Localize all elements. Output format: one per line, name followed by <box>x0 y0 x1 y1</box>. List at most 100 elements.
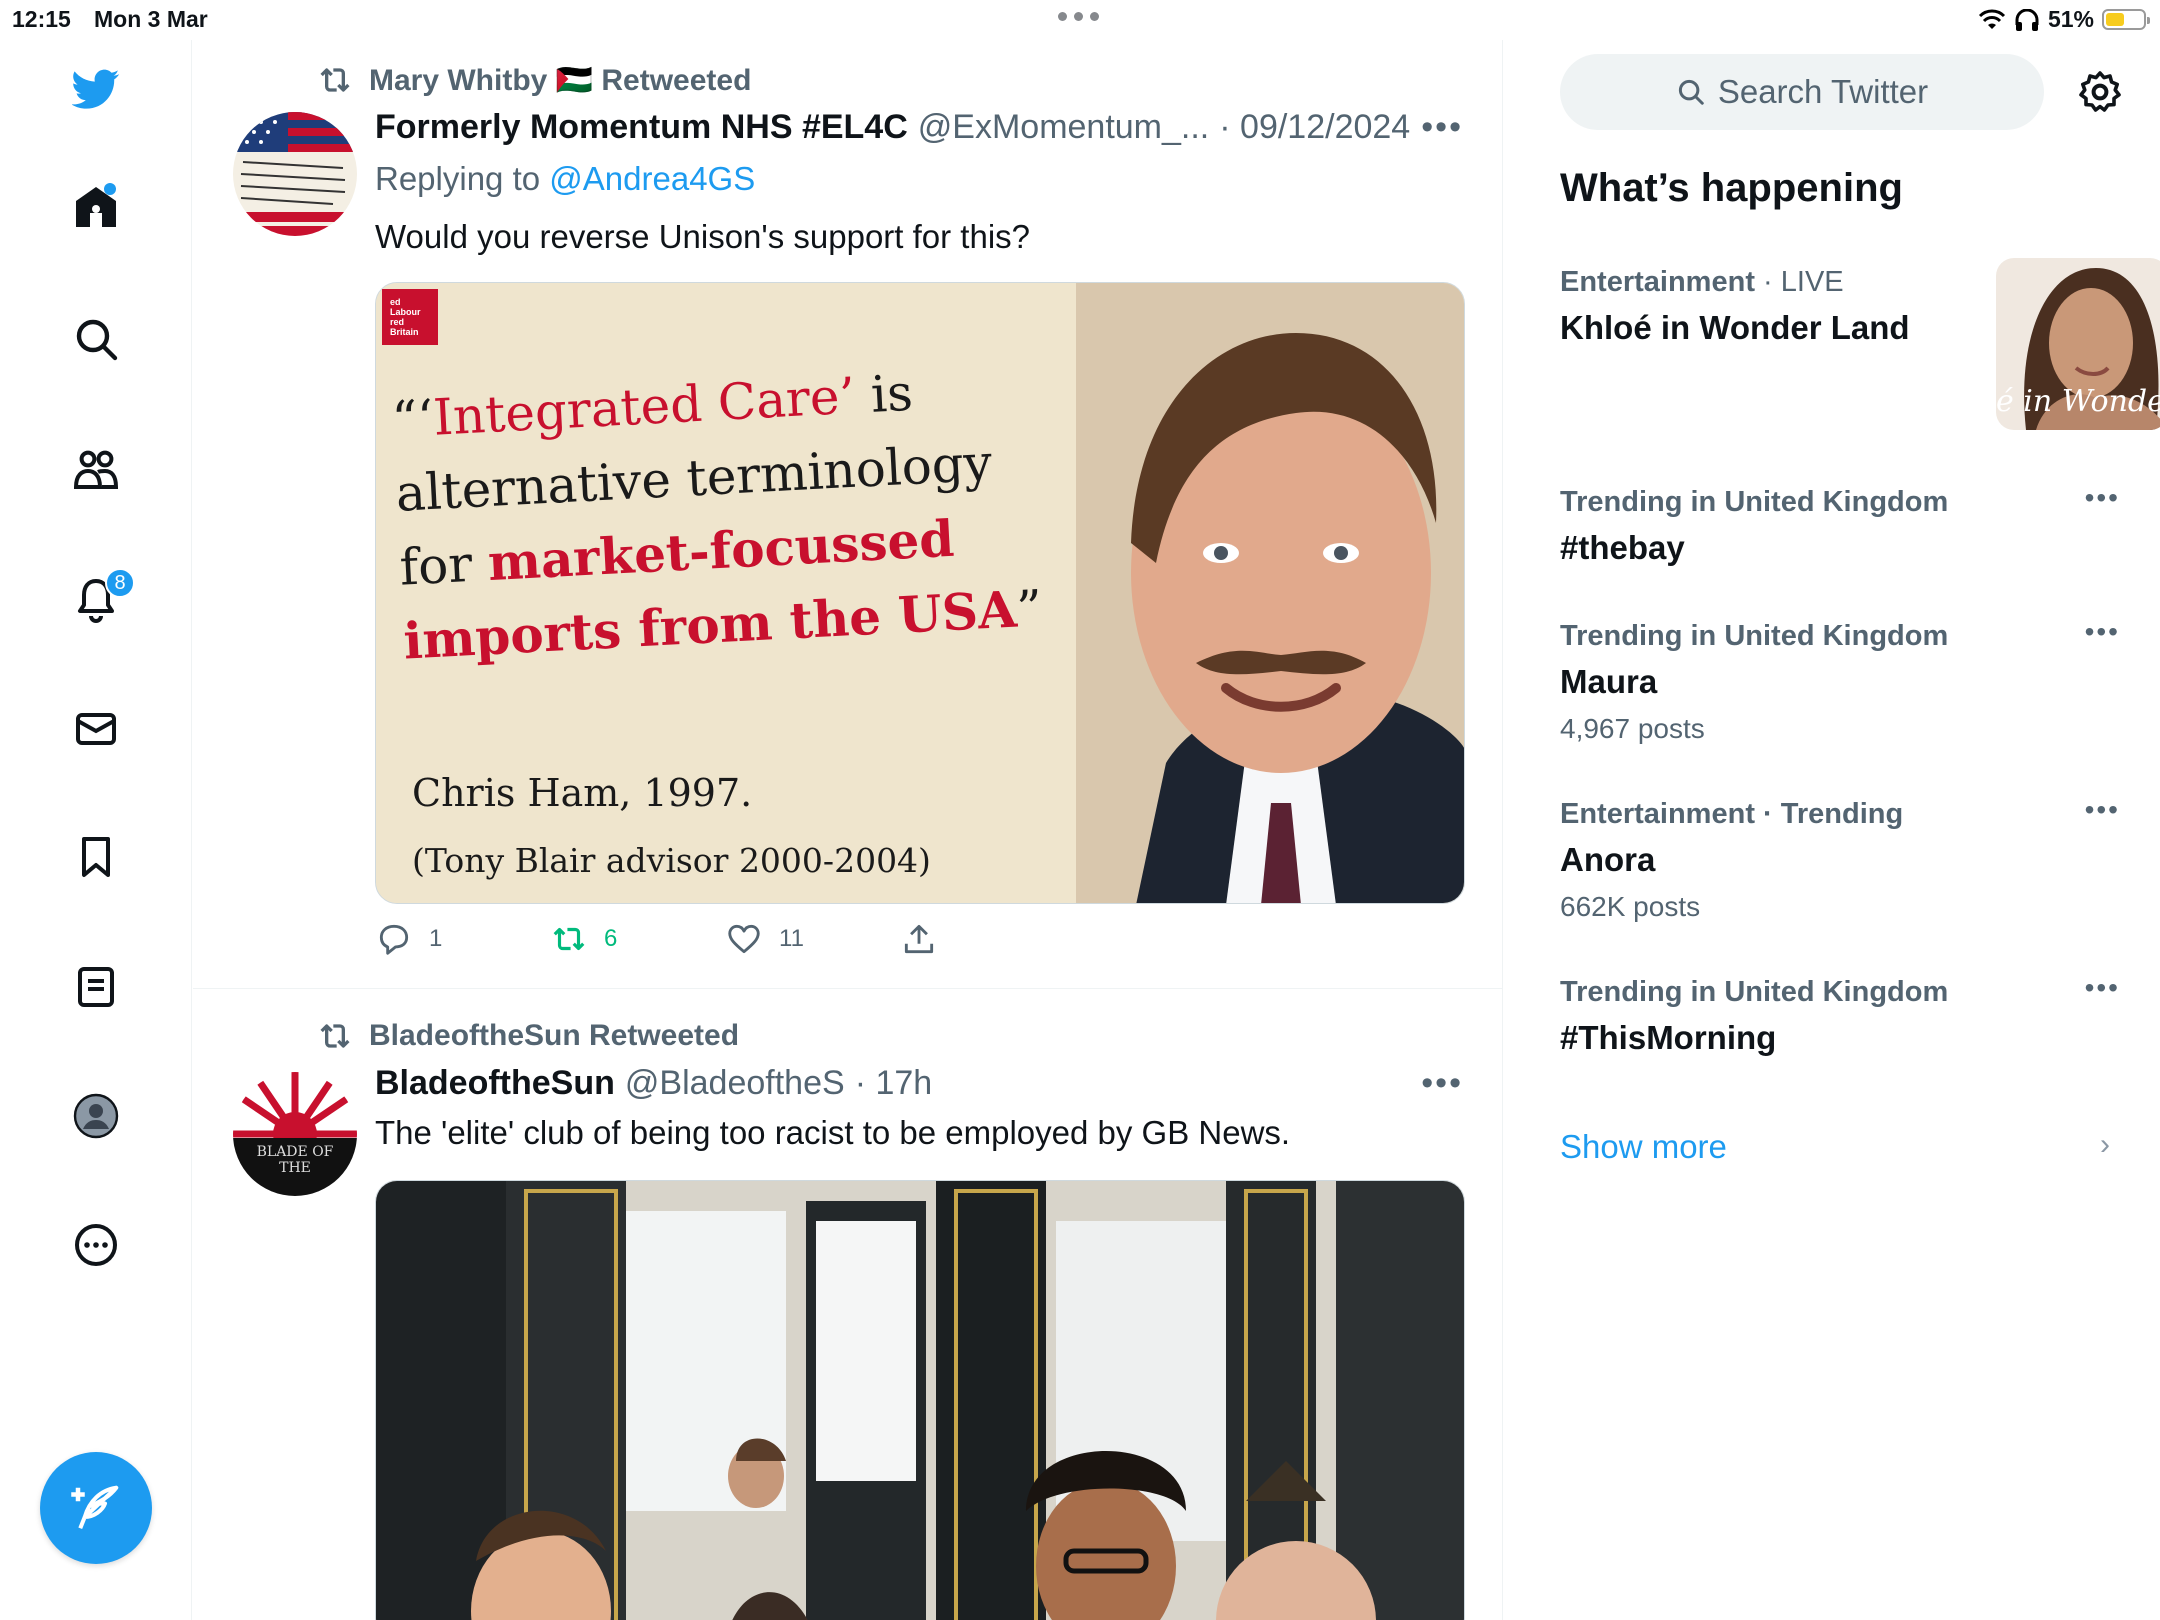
trend-category: Trending in United Kingdom <box>1560 486 1949 518</box>
right-sidebar: Search Twitter What’s happening Entertai… <box>1504 40 2160 1620</box>
wifi-icon <box>1978 9 2006 29</box>
trend-item[interactable]: Trending in United Kingdom Maura 4,967 p… <box>1560 616 2120 745</box>
quote-red-1: Integrated Care’ <box>431 366 857 447</box>
retweet-context: Mary Whitby 🇵🇸 Retweeted <box>315 60 751 100</box>
tweet-media[interactable] <box>375 1180 1465 1620</box>
show-more-link[interactable]: Show more <box>1560 1128 1727 1166</box>
trend-title: #thebay <box>1560 529 1685 566</box>
trend-item[interactable]: Entertainment · LIVE Khloé in Wonder Lan… <box>1560 258 2160 430</box>
home-new-dot <box>104 183 116 195</box>
whats-happening-heading: What’s happening <box>1560 166 1903 210</box>
reply-to-handle[interactable]: @Andrea4GS <box>549 160 755 197</box>
trend-item[interactable]: Entertainment · Trending Anora 662K post… <box>1560 794 2120 923</box>
handle[interactable]: @BladeoftheS <box>625 1064 845 1103</box>
timestamp[interactable]: · 17h <box>855 1064 933 1103</box>
multitasking-dots-icon[interactable] <box>1058 12 1099 21</box>
timeline[interactable]: Mary Whitby 🇵🇸 Retweeted Formerly Moment… <box>193 40 1503 1620</box>
share-icon <box>904 924 934 954</box>
media-logo-text: ed Labour red Britain <box>390 297 421 337</box>
tweet-divider <box>193 988 1502 989</box>
battery-icon <box>2102 9 2150 30</box>
replying-to: Replying to @Andrea4GS <box>375 160 755 198</box>
notifications-badge: 8 <box>105 568 135 598</box>
replying-to-label: Replying to <box>375 160 541 197</box>
twitter-logo-icon[interactable] <box>67 60 125 118</box>
trend-more-icon[interactable]: ••• <box>2085 794 2120 826</box>
trend-title: Anora <box>1560 841 1656 878</box>
retweeted-by[interactable]: Mary Whitby 🇵🇸 Retweeted <box>369 63 751 98</box>
compose-tweet-button[interactable] <box>40 1452 152 1564</box>
tweet-text: Would you reverse Unison's support for t… <box>375 218 1031 255</box>
trend-more-icon[interactable]: ••• <box>2085 616 2120 648</box>
trend-title: #ThisMorning <box>1560 1019 1777 1056</box>
bookmarks-icon[interactable] <box>67 828 125 886</box>
heart-icon <box>728 924 760 954</box>
media-role: (Tony Blair advisor 2000-2004) <box>412 841 931 880</box>
reply-icon <box>379 924 409 955</box>
trend-item[interactable]: Trending in United Kingdom #ThisMorning … <box>1560 972 2120 1057</box>
trend-post-count: 4,967 posts <box>1560 713 1705 744</box>
tweet-header: BladeoftheSun @BladeoftheS · 17h <box>375 1064 932 1103</box>
trend-more-icon[interactable]: ••• <box>2085 482 2120 514</box>
media-attribution: Chris Ham, 1997. <box>412 771 753 815</box>
communities-icon[interactable] <box>67 440 125 498</box>
avatar[interactable] <box>233 112 357 236</box>
trend-more-icon[interactable]: ••• <box>2085 972 2120 1004</box>
tweet[interactable]: Mary Whitby 🇵🇸 Retweeted Formerly Moment… <box>193 40 1502 990</box>
lists-icon[interactable] <box>67 958 125 1016</box>
quote-open: “‘ <box>390 388 435 449</box>
messages-icon[interactable] <box>67 700 125 758</box>
search-input[interactable]: Search Twitter <box>1560 54 2044 130</box>
share-button[interactable] <box>900 920 1075 958</box>
trend-item[interactable]: Trending in United Kingdom #thebay ••• <box>1560 482 2120 567</box>
tweet[interactable]: BladeoftheSun Retweeted BLADE OF THE Bla… <box>193 990 1502 1620</box>
trend-live-label: LIVE <box>1780 266 1844 298</box>
profile-avatar-icon[interactable] <box>67 1087 125 1145</box>
handle[interactable]: @ExMomentum_... <box>918 108 1210 147</box>
media-quote: “‘Integrated Care’ is alternative termin… <box>390 347 1095 679</box>
status-time: 12:15 <box>12 6 71 32</box>
trend-thumbnail[interactable]: é in Wonder L <box>1996 258 2160 430</box>
tweet-media[interactable]: ed Labour red Britain “‘Integrated Care’… <box>375 282 1465 904</box>
status-indicators: 51% <box>1978 6 2150 33</box>
trend-post-count: 662K posts <box>1560 891 1701 922</box>
chevron-right-icon[interactable]: › <box>2100 1128 2110 1162</box>
left-navigation: 8 <box>0 40 192 1620</box>
trend-category: Trending in United Kingdom <box>1560 620 1949 652</box>
retweet-icon <box>320 68 350 92</box>
settings-gear-icon[interactable] <box>2076 68 2124 116</box>
tweet-text: The 'elite' club of being too racist to … <box>375 1114 1291 1151</box>
retweet-button[interactable]: 6 <box>550 920 725 958</box>
tweet-header: Formerly Momentum NHS #EL4C @ExMomentum_… <box>375 108 1410 147</box>
tweet-more-icon[interactable]: ••• <box>1421 108 1463 147</box>
search-icon <box>1678 79 1704 105</box>
status-bar: 12:15 Mon 3 Mar 51% <box>0 0 2160 40</box>
more-options-icon[interactable] <box>67 1216 125 1274</box>
home-icon[interactable] <box>67 178 125 236</box>
quote-close: ” <box>1015 579 1044 639</box>
timestamp[interactable]: · 09/12/2024 <box>1219 108 1410 147</box>
trend-category: Entertainment <box>1560 266 1755 298</box>
trend-category: Entertainment · Trending <box>1560 798 1904 830</box>
trend-separator: · <box>1754 266 1781 298</box>
quote-black-1: is <box>853 363 915 425</box>
retweet-count: 6 <box>604 925 618 952</box>
like-count: 11 <box>779 925 804 952</box>
reply-count: 1 <box>429 925 443 952</box>
notifications-icon[interactable]: 8 <box>67 568 135 628</box>
tweet-more-icon[interactable]: ••• <box>1421 1064 1463 1103</box>
retweeted-by[interactable]: BladeoftheSun Retweeted <box>369 1019 739 1053</box>
quote-for: for <box>398 534 490 597</box>
status-date: Mon 3 Mar <box>94 6 208 32</box>
like-button[interactable]: 11 <box>725 920 900 958</box>
trend-category: Trending in United Kingdom <box>1560 976 1949 1008</box>
reply-button[interactable]: 1 <box>375 920 550 958</box>
headphones-icon <box>2015 8 2039 31</box>
display-name[interactable]: Formerly Momentum NHS #EL4C <box>375 108 908 147</box>
tweet-actions: 1 6 11 <box>375 920 1075 958</box>
display-name[interactable]: BladeoftheSun <box>375 1064 615 1103</box>
feather-plus-icon <box>71 1485 119 1530</box>
avatar[interactable]: BLADE OF THE <box>233 1072 357 1196</box>
retweet-icon <box>553 927 585 951</box>
search-icon[interactable] <box>67 310 125 368</box>
